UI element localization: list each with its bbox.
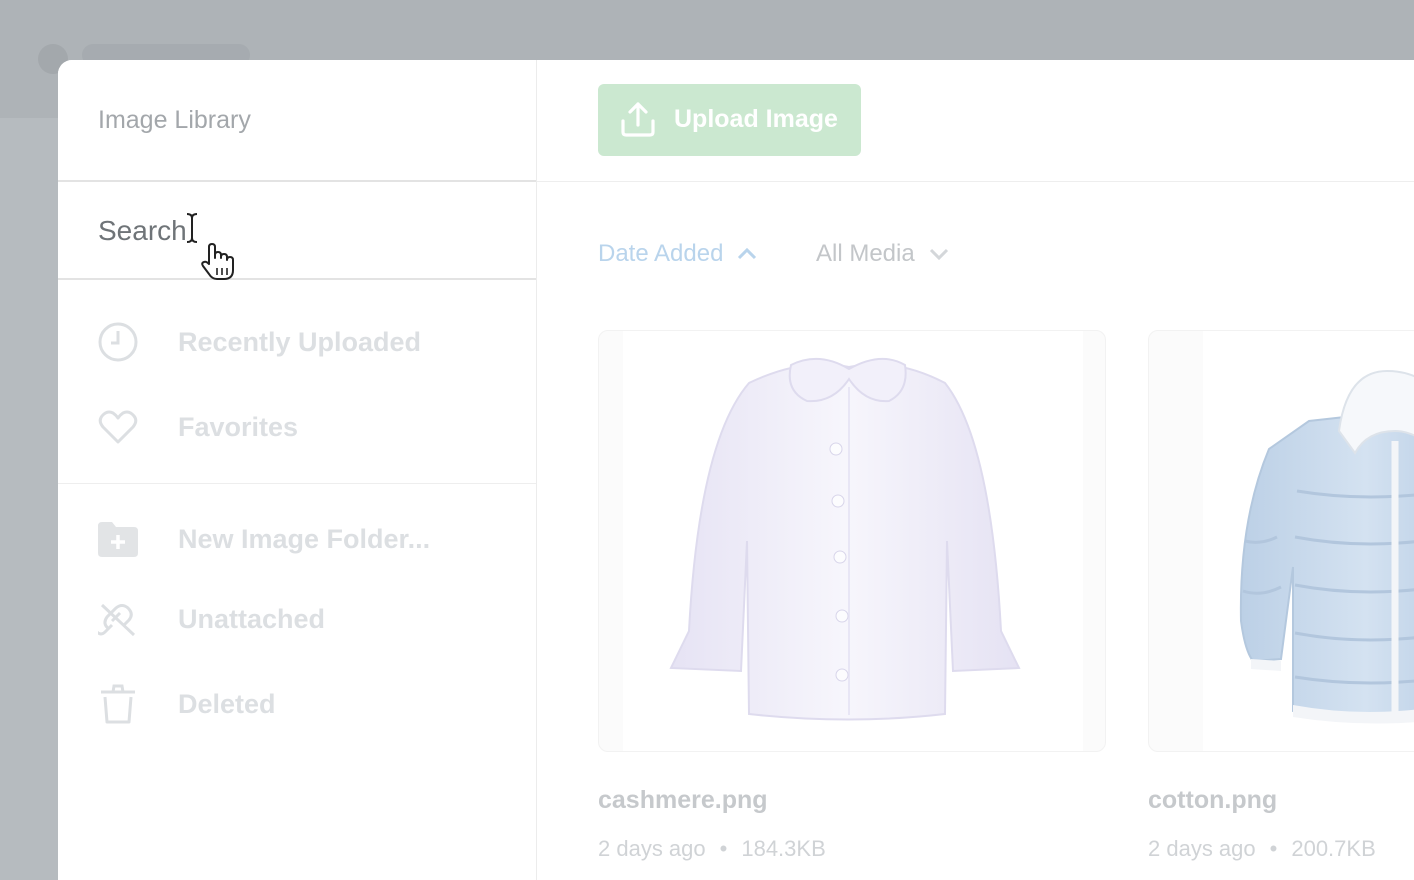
main-panel: Upload Image Date Added All Media cashme… [537, 60, 1414, 880]
jacket-image [1239, 369, 1414, 724]
image-age: 2 days ago [1148, 836, 1256, 861]
clock-icon [98, 322, 138, 362]
sort-date-added-dropdown[interactable]: Date Added [598, 240, 757, 268]
meta-separator: • [719, 836, 728, 861]
sidebar-item-label: Favorites [178, 411, 299, 442]
image-age: 2 days ago [598, 836, 706, 861]
upload-icon [621, 102, 655, 137]
chevron-up-icon [737, 248, 757, 260]
upload-image-button[interactable]: Upload Image [598, 84, 861, 156]
chevron-down-icon [929, 248, 949, 260]
image-filename: cotton.png [1148, 786, 1278, 814]
media-filter-label: All Media [816, 240, 915, 267]
folder-plus-icon [98, 519, 138, 559]
image-card-cotton[interactable]: cotton.png 2 days ago • 200.7KB [1148, 330, 1414, 861]
trash-icon [98, 684, 138, 724]
sidebar-divider [58, 483, 536, 484]
sidebar-item-label: Deleted [178, 688, 276, 719]
sidebar-item-new-image-folder[interactable]: New Image Folder... [98, 514, 518, 564]
sidebar-title: Image Library [98, 106, 251, 134]
media-filter-dropdown[interactable]: All Media [816, 240, 949, 268]
image-thumbnail[interactable] [598, 330, 1106, 752]
sidebar-item-label: Recently Uploaded [178, 326, 422, 357]
heart-icon [98, 407, 138, 447]
shirt-image [669, 358, 1021, 721]
unlink-icon [98, 599, 138, 639]
sidebar-item-recently-uploaded[interactable]: Recently Uploaded [98, 317, 518, 367]
image-filename: cashmere.png [598, 786, 768, 814]
image-size: 184.3KB [741, 836, 826, 861]
hand-pointer-icon [201, 243, 234, 280]
meta-separator: • [1269, 836, 1278, 861]
toolbar: Upload Image [537, 60, 1414, 182]
image-size: 200.7KB [1291, 836, 1376, 861]
sidebar-item-favorites[interactable]: Favorites [98, 402, 518, 452]
image-card-cashmere[interactable]: cashmere.png 2 days ago • 184.3KB [598, 330, 1106, 861]
image-meta: 2 days ago • 184.3KB [598, 836, 826, 862]
sidebar-item-deleted[interactable]: Deleted [98, 679, 518, 729]
sidebar: Image Library Recently Uploaded Favorite… [58, 60, 537, 880]
image-library-modal: Image Library Recently Uploaded Favorite… [58, 60, 1414, 880]
image-thumbnail[interactable] [1148, 330, 1414, 752]
upload-image-label: Upload Image [674, 105, 838, 133]
sidebar-item-label: New Image Folder... [178, 523, 431, 554]
image-meta: 2 days ago • 200.7KB [1148, 836, 1376, 862]
sidebar-item-label: Unattached [178, 603, 326, 634]
sidebar-item-unattached[interactable]: Unattached [98, 594, 518, 644]
sort-date-added-label: Date Added [598, 240, 724, 267]
search-input[interactable] [98, 210, 478, 252]
text-cursor-icon [186, 213, 198, 243]
search-box[interactable] [58, 180, 536, 280]
